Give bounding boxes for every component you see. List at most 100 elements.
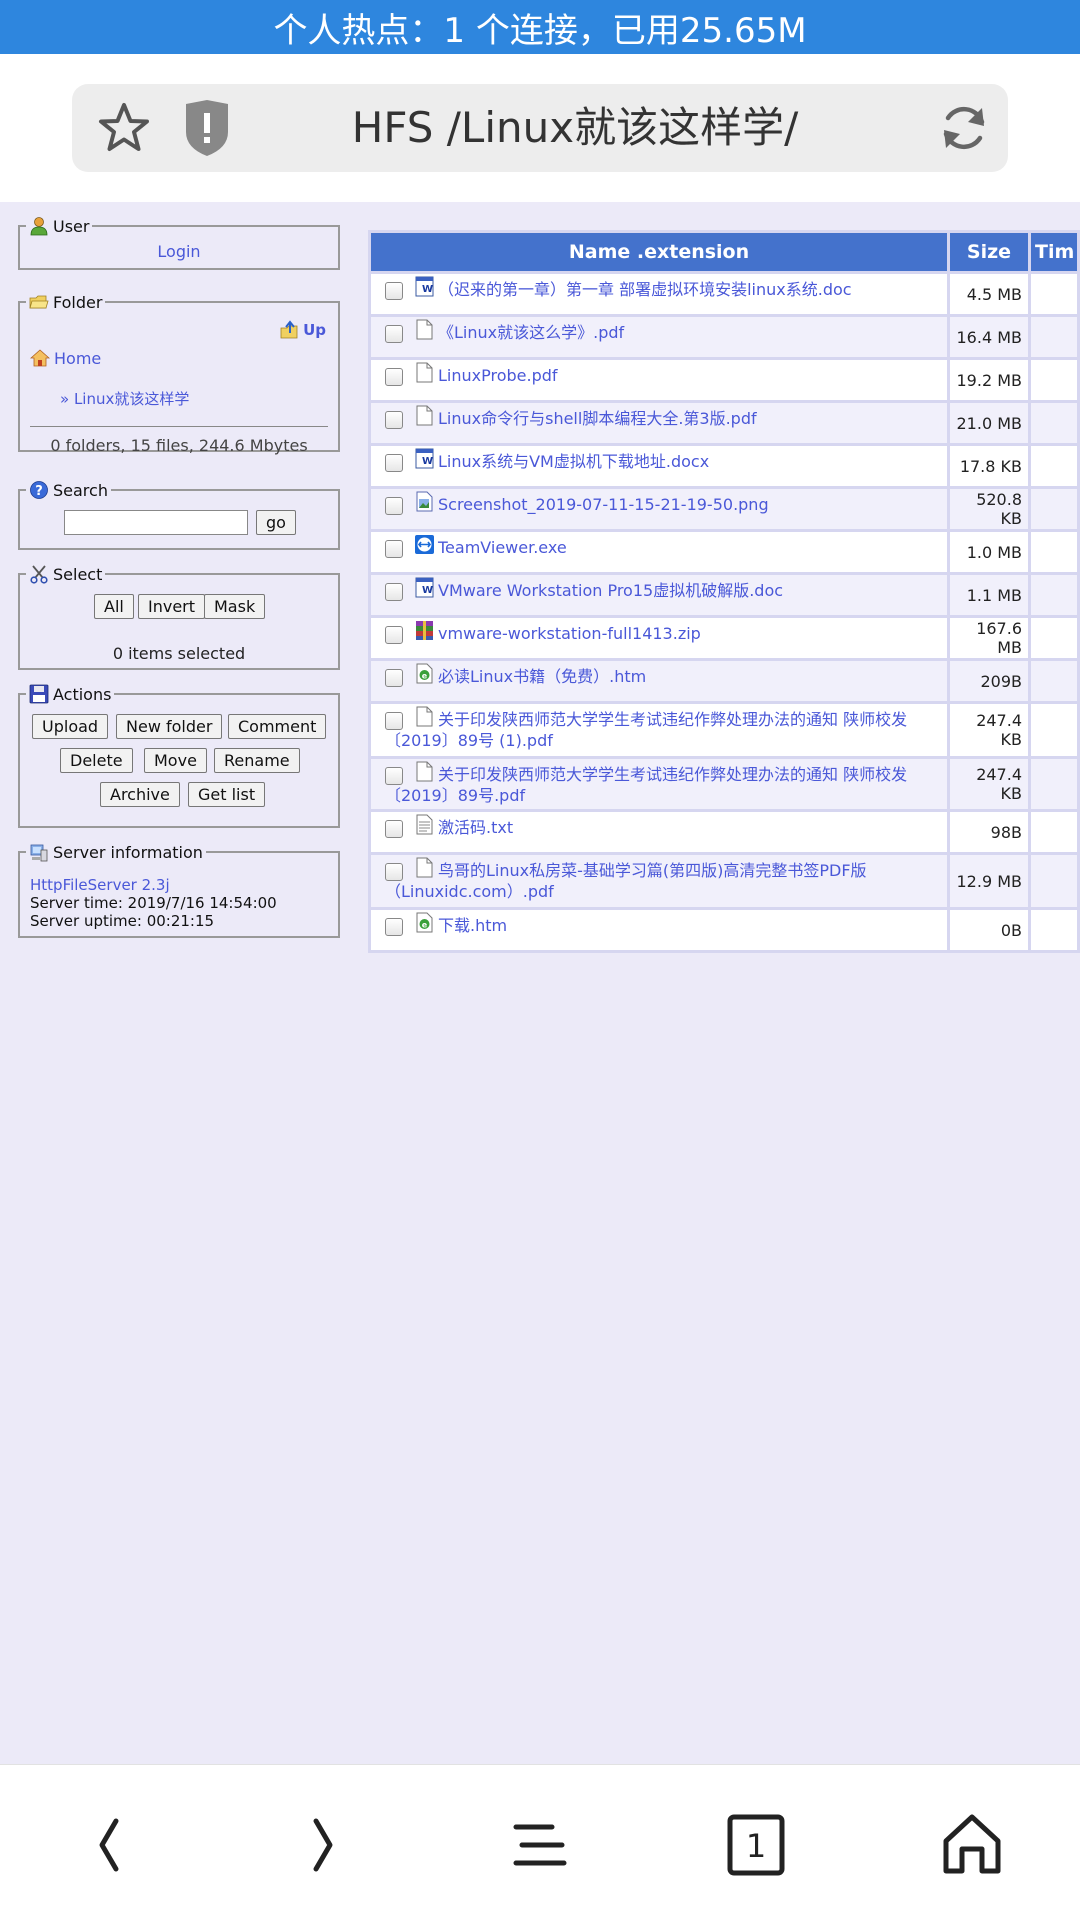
file-checkbox[interactable] [385,766,403,785]
table-row: 鸟哥的Linux私房菜-基础学习篇(第四版)高清完整书签PDF版（Linuxid… [371,855,1077,907]
file-link[interactable]: TeamViewer.exe [438,538,567,557]
file-checkbox[interactable] [385,862,403,881]
search-input[interactable] [64,510,248,535]
file-link[interactable]: Linux系统与VM虚拟机下载地址.docx [438,452,709,471]
name-column-header[interactable]: Name .extension [371,233,947,271]
file-link[interactable]: 关于印发陕西师范大学学生考试违纪作弊处理办法的通知 陕师校发〔2019〕89号.… [385,765,907,805]
file-link[interactable]: （迟来的第一章）第一章 部署虚拟环境安装linux系统.doc [438,280,852,299]
forward-icon[interactable] [288,1809,360,1881]
home-link[interactable]: Home [30,348,101,368]
file-link[interactable]: vmware-workstation-full1413.zip [438,624,701,643]
page-title[interactable]: HFS /Linux就该这样学/ [252,84,898,172]
file-size: 16.4 MB [956,327,1023,347]
tabs-icon[interactable]: 1 [720,1809,792,1881]
user-panel: User Login [18,216,340,270]
file-link[interactable]: 《Linux就该这么学》.pdf [438,323,624,342]
new-folder-button[interactable]: New folder [116,714,223,739]
upload-button[interactable]: Upload [32,714,109,739]
file-time-cell [1031,446,1077,486]
file-checkbox[interactable] [385,453,403,472]
word-doc-icon: W [415,448,434,469]
file-link[interactable]: 鸟哥的Linux私房菜-基础学习篇(第四版)高清完整书签PDF版（Linuxid… [385,861,867,901]
file-size: 167.6 MB [976,619,1022,657]
file-size: 4.5 MB [966,284,1022,304]
time-column-header[interactable]: Tim [1031,233,1077,271]
file-name-cell: TeamViewer.exe [371,532,947,572]
rename-button[interactable]: Rename [214,748,300,773]
file-checkbox[interactable] [385,668,403,687]
file-link[interactable]: Screenshot_2019-07-11-15-21-19-50.png [438,495,769,514]
up-link[interactable]: Up [280,320,326,340]
menu-icon[interactable] [504,1809,576,1881]
file-checkbox[interactable] [385,367,403,386]
file-name-cell: 关于印发陕西师范大学学生考试违纪作弊处理办法的通知 陕师校发〔2019〕89号 … [371,704,947,756]
file-checkbox[interactable] [385,539,403,558]
mask-button[interactable]: Mask [204,594,266,619]
file-size-cell: 19.2 MB [950,360,1028,400]
file-link[interactable]: 必读Linux书籍（免费）.htm [438,667,646,686]
get-list-button[interactable]: Get list [188,782,266,807]
archive-icon [415,620,434,641]
server-panel-legend: Server information [26,842,206,862]
file-time-cell [1031,403,1077,443]
file-checkbox[interactable] [385,496,403,515]
file-time-cell [1031,855,1077,907]
file-checkbox[interactable] [385,819,403,838]
file-link[interactable]: VMware Workstation Pro15虚拟机破解版.doc [438,581,783,600]
file-checkbox[interactable] [385,917,403,936]
user-legend-text: User [53,217,90,236]
delete-button[interactable]: Delete [60,748,133,773]
login-link[interactable]: Login [157,242,200,261]
file-checkbox[interactable] [385,711,403,730]
folder-up-icon [280,320,298,339]
table-row: Linux命令行与shell脚本编程大全.第3版.pdf 21.0 MB [371,403,1077,443]
file-time-cell [1031,317,1077,357]
file-size-cell: 12.9 MB [950,855,1028,907]
archive-button[interactable]: Archive [100,782,180,807]
file-checkbox[interactable] [385,281,403,300]
file-name-cell: 《Linux就该这么学》.pdf [371,317,947,357]
file-checkbox[interactable] [385,324,403,343]
refresh-icon[interactable] [936,100,992,156]
security-shield-icon[interactable] [182,98,232,158]
file-size: 1.0 MB [966,542,1022,562]
home-nav-icon[interactable] [936,1809,1008,1881]
folder-icon [29,295,49,309]
current-folder-link[interactable]: » Linux就该这样学 [60,390,189,408]
help-icon: ? [30,481,48,499]
home-icon [30,349,50,367]
move-button[interactable]: Move [144,748,207,773]
comment-button[interactable]: Comment [228,714,327,739]
table-row: Screenshot_2019-07-11-15-21-19-50.png 520… [371,489,1077,529]
file-link[interactable]: 关于印发陕西师范大学学生考试违纪作弊处理办法的通知 陕师校发〔2019〕89号 … [385,710,907,750]
server-software-link[interactable]: HttpFileServer 2.3j [30,876,277,894]
file-size-cell: 0B [950,910,1028,950]
file-checkbox[interactable] [385,582,403,601]
file-name-cell: W Linux系统与VM虚拟机下载地址.docx [371,446,947,486]
file-link[interactable]: LinuxProbe.pdf [438,366,558,385]
file-name-cell: 关于印发陕西师范大学学生考试违纪作弊处理办法的通知 陕师校发〔2019〕89号.… [371,759,947,809]
folder-divider [30,426,328,427]
file-link[interactable]: 激活码.txt [438,818,513,837]
file-link[interactable]: 下载.htm [438,916,507,935]
file-checkbox[interactable] [385,410,403,429]
search-go-button[interactable]: go [256,510,296,535]
address-bar[interactable]: HFS /Linux就该这样学/ [72,84,1008,172]
user-icon [30,217,48,236]
file-size: 12.9 MB [956,871,1023,891]
invert-selection-button[interactable]: Invert [138,594,206,619]
file-link[interactable]: Linux命令行与shell脚本编程大全.第3版.pdf [438,409,757,428]
back-icon[interactable] [72,1809,144,1881]
file-name-cell: LinuxProbe.pdf [371,360,947,400]
svg-text:W: W [422,284,433,295]
file-checkbox[interactable] [385,625,403,644]
file-time-cell [1031,575,1077,615]
file-size-cell: 209B [950,661,1028,701]
file-size: 1.1 MB [966,585,1022,605]
file-size: 247.4 KB [976,711,1022,749]
select-all-button[interactable]: All [94,594,134,619]
size-column-header[interactable]: Size [950,233,1028,271]
bookmark-star-icon[interactable] [96,100,152,156]
file-time-cell [1031,618,1077,658]
table-row: LinuxProbe.pdf 19.2 MB [371,360,1077,400]
